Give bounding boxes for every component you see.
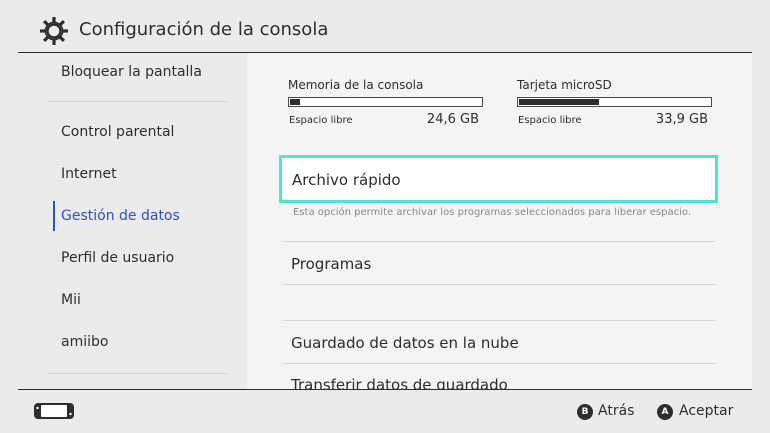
sidebar-item-lock-screen[interactable]: Bloquear la pantalla (61, 64, 202, 80)
console-storage-bar-fill (290, 99, 300, 105)
sidebar-active-indicator (53, 201, 55, 231)
console-storage-title: Memoria de la consola (288, 78, 424, 92)
console-free-value: 24,6 GB (426, 112, 479, 127)
footer (0, 389, 770, 433)
sd-free-value: 33,9 GB (655, 112, 708, 127)
console-free-label: Espacio libre (289, 115, 353, 126)
option-quick-archive[interactable]: Archivo rápido (279, 155, 718, 203)
option-divider (283, 241, 716, 242)
b-button-icon[interactable]: B (577, 404, 593, 420)
sidebar-divider (48, 373, 228, 374)
option-divider (283, 363, 716, 364)
console-icon (34, 403, 74, 419)
a-button-icon[interactable]: A (657, 404, 673, 420)
option-cloud-save[interactable]: Guardado de datos en la nube (291, 334, 519, 352)
sidebar-item-mii[interactable]: Mii (61, 292, 81, 308)
option-divider (283, 320, 716, 321)
header: Configuración de la consola (0, 0, 770, 53)
option-software[interactable]: Programas (291, 255, 371, 273)
sidebar-divider (48, 101, 228, 102)
page-title: Configuración de la consola (79, 19, 329, 40)
sidebar-item-user-profile[interactable]: Perfil de usuario (61, 250, 174, 266)
sidebar-item-amiibo[interactable]: amiibo (61, 334, 108, 350)
option-quick-archive-label: Archivo rápido (292, 171, 401, 189)
option-transfer-save-data[interactable]: Transferir datos de guardado (291, 376, 508, 389)
main-panel[interactable]: Memoria de la consola Espacio libre 24,6… (247, 53, 752, 389)
accept-button[interactable]: Aceptar (679, 403, 733, 419)
option-divider (283, 284, 716, 285)
footer-divider (18, 389, 752, 390)
sidebar-item-internet[interactable]: Internet (61, 166, 117, 182)
sd-storage-bar-fill (519, 99, 599, 105)
sd-storage-bar (517, 97, 712, 107)
gear-icon (40, 17, 68, 45)
sd-storage-title: Tarjeta microSD (517, 78, 612, 92)
sidebar-item-data-management[interactable]: Gestión de datos (61, 208, 180, 224)
console-storage-bar (288, 97, 483, 107)
sidebar-item-parental-control[interactable]: Control parental (61, 124, 174, 140)
option-quick-archive-description: Esta opción permite archivar los program… (293, 207, 692, 218)
sd-free-label: Espacio libre (518, 115, 582, 126)
scrollbar[interactable] (752, 53, 770, 389)
back-button[interactable]: Atrás (598, 403, 634, 419)
